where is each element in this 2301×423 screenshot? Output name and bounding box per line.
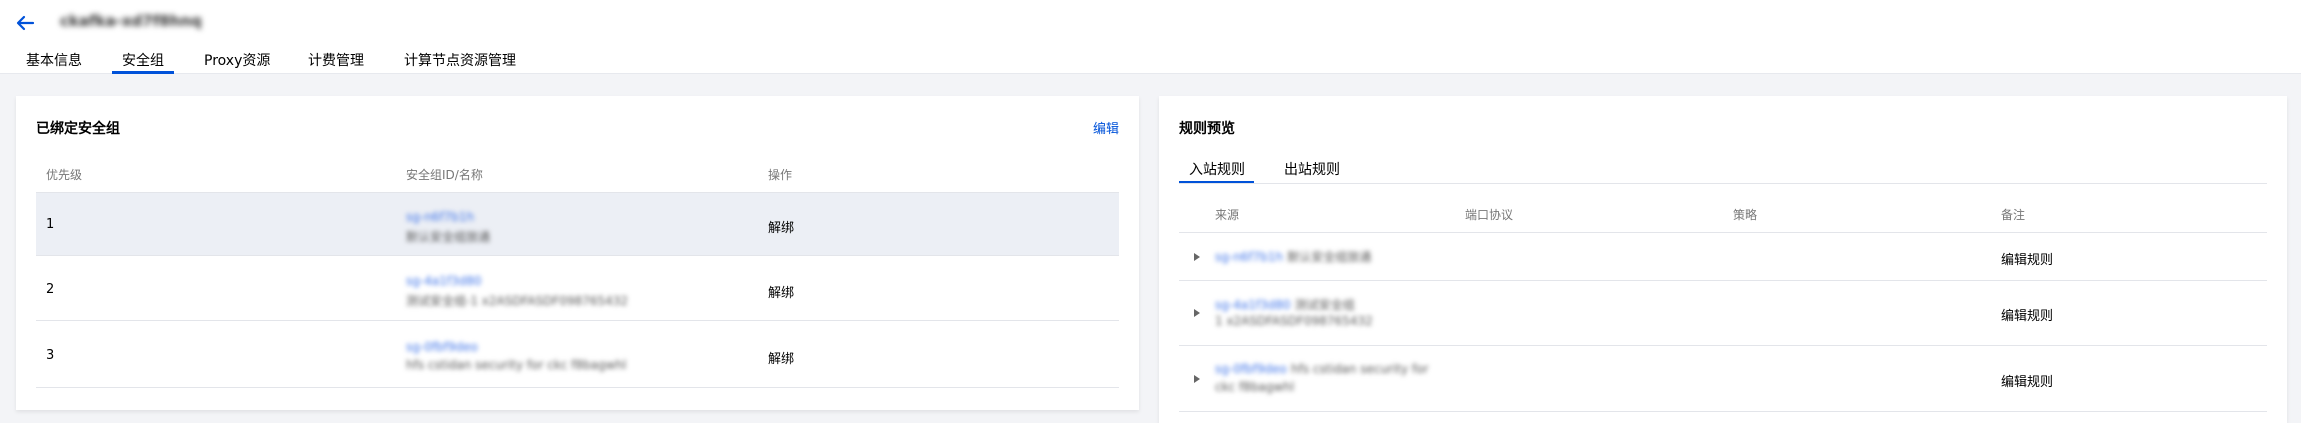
source-sg-name: hfs cstidan security for [1291,362,1429,376]
sg-name: hfs cstidan security for ckc f8bagwhl [406,358,627,372]
column-header-port-protocol: 端口协议 [1465,208,1514,222]
card-title: 规则预览 [1179,121,1235,137]
rule-preview-card: 规则预览 入站规则 出站规则 来源 端口协议 策略 备注 sg-n6f7b1h … [1159,96,2287,423]
source-extra: ckc f8bagwhl [1215,380,1295,394]
back-arrow-icon[interactable] [14,12,36,34]
expand-caret-icon[interactable] [1194,375,1200,383]
priority-value: 2 [46,282,55,297]
column-header-sg-id: 安全组ID/名称 [406,168,483,182]
column-header-remark: 备注 [2001,208,2026,222]
tab-basic-info[interactable]: 基本信息 [26,52,82,76]
instance-title: ckafka-xd7f8hnq [60,12,202,30]
unbind-button[interactable]: 解绑 [768,217,794,236]
source-sg-id-link[interactable]: sg-0fbf9deo [1215,362,1287,376]
source-sg-id-link[interactable]: sg-4a1f3d80 [1215,298,1291,312]
divider [1179,280,2267,281]
sg-id-link[interactable]: sg-0fbf9deo [406,340,478,354]
divider [36,255,1119,256]
sg-id-link[interactable]: sg-n6f7b1h [406,210,474,224]
active-tab-indicator [112,71,174,74]
divider [1179,232,2267,233]
divider [36,387,1119,388]
source-cell: sg-n6f7b1h 默认安全组放通 [1215,248,1371,265]
source-cell: sg-0fbf9deo hfs cstidan security for [1215,362,1428,377]
unbind-button[interactable]: 解绑 [768,348,794,367]
edit-rules-button[interactable]: 编辑规则 [2001,371,2053,390]
source-extra: 1 x2ASDFASDF098765432 [1215,314,1373,328]
divider [1179,411,2267,412]
subtab-outbound-rules[interactable]: 出站规则 [1284,159,1340,179]
card-title: 已绑定安全组 [36,121,120,137]
top-bar: ckafka-xd7f8hnq 基本信息 安全组 Proxy资源 计费管理 计算… [0,0,2301,74]
bound-security-groups-card: 已绑定安全组 编辑 优先级 安全组ID/名称 操作 1 sg-n6f7b1h 默… [16,96,1139,410]
priority-value: 3 [46,348,55,363]
priority-value: 1 [46,217,55,232]
sg-id-link[interactable]: sg-4a1f3d80 [406,274,482,288]
divider [1179,183,2267,184]
sg-name: 默认安全组放通 [406,230,491,244]
source-sg-id-link[interactable]: sg-n6f7b1h [1215,250,1283,264]
column-header-policy: 策略 [1733,208,1758,222]
tab-billing[interactable]: 计费管理 [308,52,364,76]
unbind-button[interactable]: 解绑 [768,282,794,301]
tab-compute-nodes[interactable]: 计算节点资源管理 [404,52,516,76]
expand-caret-icon[interactable] [1194,309,1200,317]
table-row [36,193,1119,255]
source-cell: sg-4a1f3d80 测试安全组 [1215,296,1355,313]
divider [1179,345,2267,346]
sg-name: 测试安全组-1 x2ASDFASDF098765432 [406,294,629,308]
subtab-inbound-rules[interactable]: 入站规则 [1189,159,1245,179]
edit-rules-button[interactable]: 编辑规则 [2001,249,2053,268]
tab-proxy-resources[interactable]: Proxy资源 [204,52,270,76]
column-header-action: 操作 [768,168,793,182]
column-header-source: 来源 [1215,208,1240,222]
edit-rules-button[interactable]: 编辑规则 [2001,305,2053,324]
expand-caret-icon[interactable] [1194,253,1200,261]
source-sg-name: 测试安全组 [1294,298,1355,312]
source-sg-name: 默认安全组放通 [1287,250,1372,264]
divider [36,320,1119,321]
column-header-priority: 优先级 [46,168,83,182]
edit-button[interactable]: 编辑 [1093,118,1119,137]
